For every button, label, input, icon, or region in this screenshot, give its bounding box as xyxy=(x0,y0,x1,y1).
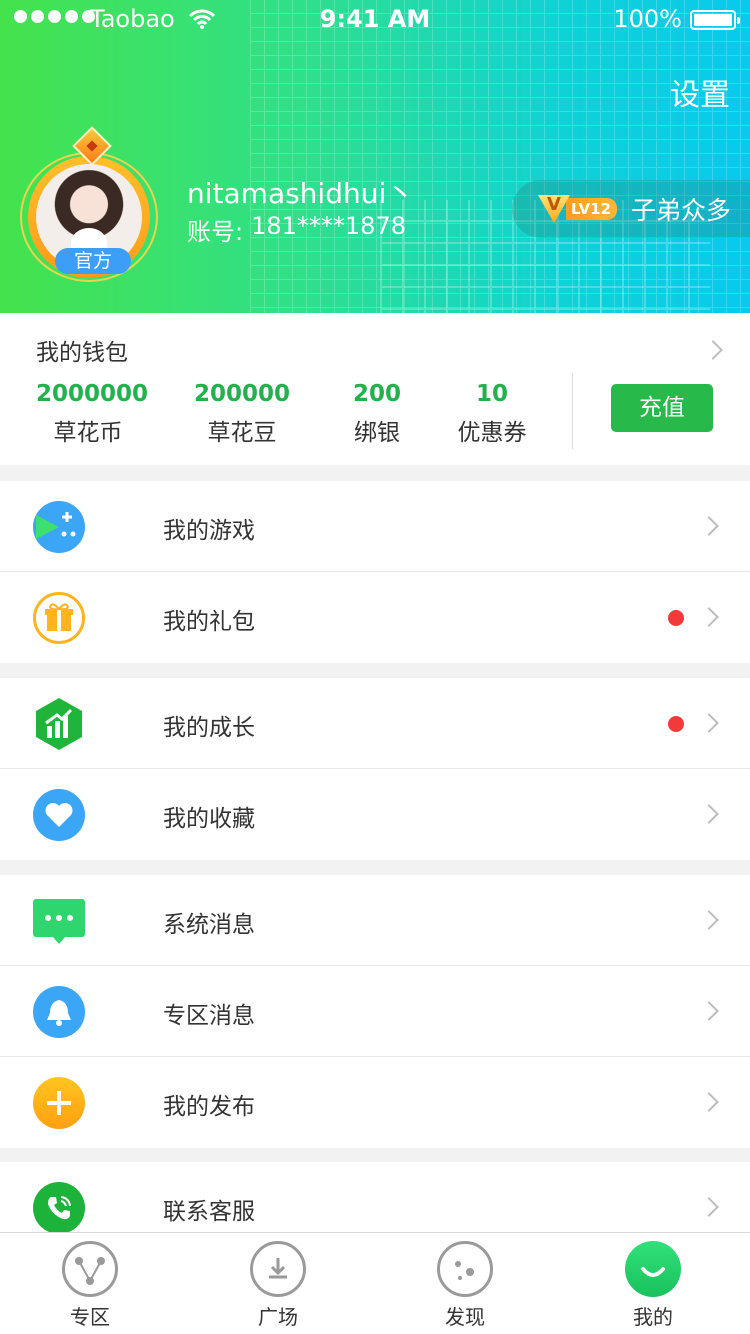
chevron-right-icon xyxy=(699,713,719,733)
tab-plaza[interactable]: 广场 xyxy=(218,1233,338,1334)
chevron-right-icon xyxy=(699,1092,719,1112)
chevron-right-icon xyxy=(699,607,719,627)
stat-value: 2000000 xyxy=(36,381,149,407)
avatar[interactable]: 官方 xyxy=(20,126,160,282)
zone-icon xyxy=(62,1241,118,1297)
notification-dot xyxy=(668,716,684,732)
profile-header: Taobao 9:41 AM 100% 设置 官方 nitamashidhui丶… xyxy=(0,0,750,313)
chevron-right-icon xyxy=(699,516,719,536)
menu-item-my-growth[interactable]: 我的成长 xyxy=(0,678,750,769)
vip-level: LV12 xyxy=(566,198,617,220)
stat-label: 绑银 xyxy=(354,420,400,446)
menu-item-system-messages[interactable]: 系统消息 xyxy=(0,875,750,966)
wallet-stat-coins[interactable]: 2000000 草花币 xyxy=(36,381,149,447)
chevron-right-icon xyxy=(699,1001,719,1021)
wallet-card: 我的钱包 2000000 草花币 200000 草花豆 200 绑银 10 优惠… xyxy=(0,313,750,465)
menu-group: 我的游戏 我的礼包 xyxy=(0,481,750,663)
tab-label: 专区 xyxy=(70,1305,110,1329)
menu-item-label: 系统消息 xyxy=(163,912,255,938)
heart-icon xyxy=(33,789,85,841)
menu-item-label: 专区消息 xyxy=(163,1003,255,1029)
plus-icon xyxy=(33,1077,85,1129)
menu-group: 我的成长 我的收藏 xyxy=(0,678,750,860)
vip-level-pill[interactable]: V LV12 子弟众多 xyxy=(512,180,750,238)
wallet-stat-silver[interactable]: 200 绑银 xyxy=(346,381,408,447)
tab-mine[interactable]: 我的 xyxy=(593,1233,713,1334)
username: nitamashidhui丶 xyxy=(187,177,415,210)
chevron-right-icon xyxy=(699,1197,719,1217)
stat-label: 优惠券 xyxy=(457,420,527,446)
game-icon xyxy=(33,501,85,553)
status-bar: Taobao 9:41 AM 100% xyxy=(0,0,750,40)
vip-badge: V LV12 xyxy=(538,195,617,223)
wallet-stat-beans[interactable]: 200000 草花豆 xyxy=(194,381,290,447)
menu-group: 系统消息 专区消息 我的发布 xyxy=(0,875,750,1148)
planet-icon xyxy=(437,1241,493,1297)
chevron-right-icon[interactable] xyxy=(703,340,723,360)
stat-value: 200000 xyxy=(194,381,291,407)
account-value: 181****1878 xyxy=(251,212,406,240)
menu-item-label: 我的收藏 xyxy=(163,806,255,832)
phone-icon xyxy=(33,1182,85,1234)
stat-value: 10 xyxy=(475,381,508,407)
chevron-right-icon xyxy=(699,910,719,930)
menu-item-label: 联系客服 xyxy=(163,1199,255,1225)
wallet-title[interactable]: 我的钱包 xyxy=(36,333,128,367)
account-number: 账号: 181****1878 xyxy=(187,212,406,247)
tab-label: 我的 xyxy=(633,1305,673,1329)
menu-item-label: 我的发布 xyxy=(163,1094,255,1120)
tab-bar: 专区 广场 发现 我的 xyxy=(0,1232,750,1334)
tab-label: 广场 xyxy=(258,1305,298,1329)
tab-zone[interactable]: 专区 xyxy=(30,1233,150,1334)
menu-item-my-gifts[interactable]: 我的礼包 xyxy=(0,572,750,663)
menu-item-my-games[interactable]: 我的游戏 xyxy=(0,481,750,572)
menu-item-label: 我的礼包 xyxy=(163,609,255,635)
battery-icon xyxy=(690,10,740,30)
stat-label: 草花豆 xyxy=(207,420,277,446)
divider xyxy=(572,373,573,449)
stat-label: 草花币 xyxy=(53,420,123,446)
tab-label: 发现 xyxy=(445,1305,485,1329)
stat-value: 200 xyxy=(352,381,401,407)
notification-dot xyxy=(668,610,684,626)
menu-item-label: 我的游戏 xyxy=(163,518,255,544)
gift-icon xyxy=(33,592,85,644)
recharge-button[interactable]: 充值 xyxy=(611,384,713,432)
chevron-right-icon xyxy=(699,804,719,824)
tab-discover[interactable]: 发现 xyxy=(405,1233,525,1334)
growth-icon xyxy=(33,698,85,750)
bell-icon xyxy=(33,986,85,1038)
wallet-stat-coupons[interactable]: 10 优惠券 xyxy=(452,381,532,447)
settings-button[interactable]: 设置 xyxy=(670,70,730,114)
account-label: 账号: xyxy=(187,218,244,246)
official-badge: 官方 xyxy=(55,248,131,274)
download-icon xyxy=(250,1241,306,1297)
battery-percent: 100% xyxy=(613,5,682,33)
menu-item-label: 我的成长 xyxy=(163,715,255,741)
menu-item-my-posts[interactable]: 我的发布 xyxy=(0,1057,750,1148)
menu-item-zone-messages[interactable]: 专区消息 xyxy=(0,966,750,1057)
mine-icon xyxy=(625,1241,681,1297)
menu-item-my-favorites[interactable]: 我的收藏 xyxy=(0,769,750,860)
message-icon xyxy=(33,895,85,947)
vip-title: 子弟众多 xyxy=(630,196,731,225)
